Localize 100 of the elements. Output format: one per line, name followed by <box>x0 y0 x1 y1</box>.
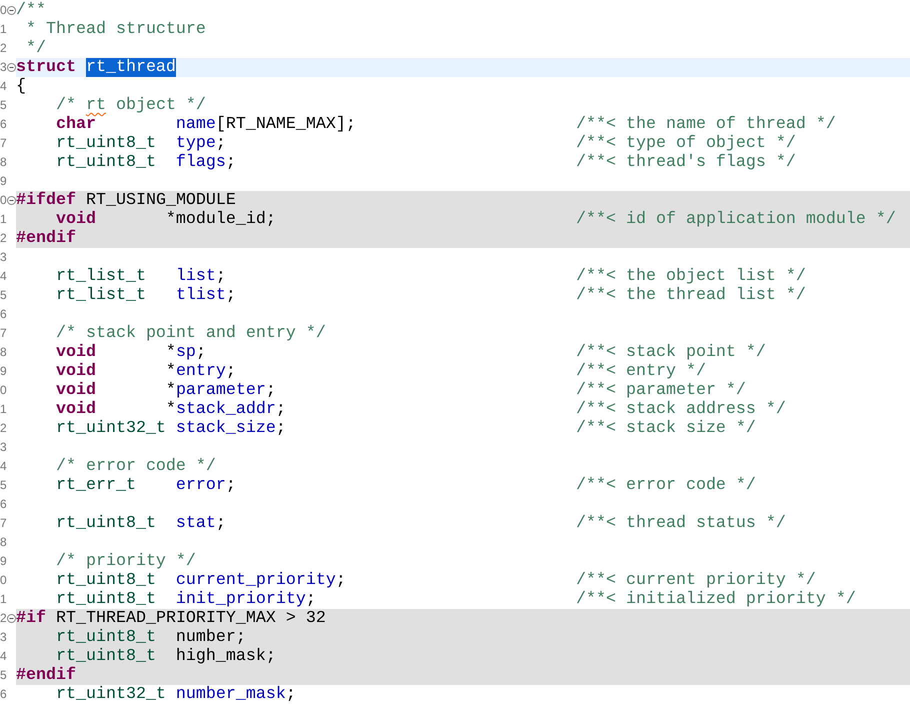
line-number: 4 <box>0 268 7 285</box>
comment-text: /* error code */ <box>54 457 216 476</box>
line-number: 0 <box>0 192 7 209</box>
field-name: tlist <box>174 286 226 305</box>
line-number: 2 <box>0 420 7 437</box>
collapse-icon[interactable] <box>7 6 16 15</box>
code-text: number; <box>174 628 246 647</box>
comment-text: /**< parameter */ <box>576 381 746 400</box>
type-name: rt_uint32_t <box>54 419 166 438</box>
field-name: number_mask <box>174 685 286 704</box>
line-number: 7 <box>0 325 7 342</box>
code-text: ; <box>276 400 286 419</box>
comment-text: object */ <box>114 96 206 115</box>
preprocessor-directive: #if <box>16 609 46 628</box>
line-number: 1 <box>0 591 7 608</box>
code-text: ; <box>226 286 236 305</box>
code-text: RT_THREAD_PRIORITY_MAX > 32 <box>54 609 326 628</box>
comment-text: /* priority */ <box>54 552 196 571</box>
line-number: 5 <box>0 97 7 114</box>
code-text: ; <box>216 267 226 286</box>
type-name: rt_list_t <box>54 286 146 305</box>
comment-text: /** <box>16 1 46 20</box>
line-number: 5 <box>0 287 7 304</box>
line-number: 1 <box>0 401 7 418</box>
type-name: rt_uint8_t <box>54 153 156 172</box>
line-number: 7 <box>0 135 7 152</box>
comment-text: * Thread structure <box>24 20 206 39</box>
line-number: 3 <box>0 249 7 266</box>
code-text: ; <box>226 362 236 381</box>
line-number: 8 <box>0 154 7 171</box>
line-number: 7 <box>0 515 7 532</box>
line-number: 6 <box>0 306 7 323</box>
line-number: 2 <box>0 230 7 247</box>
collapse-icon[interactable] <box>7 196 16 205</box>
line-number: 1 <box>0 21 7 38</box>
code-text: *module_id; <box>164 210 276 229</box>
field-name: current_priority <box>174 571 336 590</box>
line-number: 2 <box>0 610 7 627</box>
keyword: void <box>54 400 96 419</box>
field-name: entry <box>176 362 226 381</box>
keyword: char <box>54 115 96 134</box>
field-name: list <box>174 267 216 286</box>
field-name: type <box>174 134 216 153</box>
line-number: 0 <box>0 572 7 589</box>
type-name: rt_uint32_t <box>54 685 166 704</box>
code-text: ; <box>306 590 316 609</box>
code-text: ; <box>226 476 236 495</box>
preprocessor-directive: #ifdef <box>16 191 76 210</box>
line-number: 9 <box>0 553 7 570</box>
code-text: ; <box>216 514 226 533</box>
line-number: 0 <box>0 382 7 399</box>
collapse-icon[interactable] <box>7 614 16 623</box>
code-text: * <box>164 400 176 419</box>
comment-text: /**< the name of thread */ <box>576 115 836 134</box>
code-text: { <box>16 77 26 96</box>
line-number: 4 <box>0 78 7 95</box>
keyword: struct <box>16 58 76 77</box>
line-number: 6 <box>0 496 7 513</box>
comment-text: /**< the object list */ <box>576 267 806 286</box>
comment-text: /* stack point and entry */ <box>54 324 326 343</box>
selected-text: rt_thread <box>86 58 176 77</box>
comment-text: /**< stack address */ <box>576 400 786 419</box>
type-name: rt_uint8_t <box>54 628 156 647</box>
line-number: 5 <box>0 667 7 684</box>
field-name: error <box>174 476 226 495</box>
line-number: 8 <box>0 534 7 551</box>
keyword: void <box>54 210 96 229</box>
line-number: 6 <box>0 116 7 133</box>
line-number: 9 <box>0 173 7 190</box>
code-text: ; <box>196 343 206 362</box>
type-name: rt_uint8_t <box>54 571 156 590</box>
line-number: 3 <box>0 59 7 76</box>
line-number: 4 <box>0 458 7 475</box>
line-number: 3 <box>0 439 7 456</box>
comment-text: /**< thread status */ <box>576 514 786 533</box>
comment-text: /**< id of application module */ <box>576 210 896 229</box>
keyword: void <box>54 362 96 381</box>
line-number: 5 <box>0 477 7 494</box>
comment-text: /**< current priority */ <box>576 571 816 590</box>
code-text: ; <box>276 419 286 438</box>
field-name: stack_addr <box>176 400 276 419</box>
field-name: sp <box>176 343 196 362</box>
code-text: ; <box>286 685 296 704</box>
field-name: name <box>174 115 216 134</box>
line-number: 6 <box>0 686 7 703</box>
line-number: 0 <box>0 2 7 19</box>
line-number: 2 <box>0 40 7 57</box>
preprocessor-directive: #endif <box>16 229 76 248</box>
field-name: parameter <box>176 381 266 400</box>
keyword: void <box>54 381 96 400</box>
type-name: rt_list_t <box>54 267 146 286</box>
comment-text: rt <box>86 96 106 115</box>
comment-text: /**< thread's flags */ <box>576 153 796 172</box>
comment-text: /**< stack point */ <box>576 343 766 362</box>
comment-text: /**< entry */ <box>576 362 706 381</box>
comment-text: /**< the thread list */ <box>576 286 806 305</box>
code-text: [RT_NAME_MAX]; <box>216 115 356 134</box>
type-name: rt_err_t <box>54 476 136 495</box>
preprocessor-directive: #endif <box>16 666 76 685</box>
collapse-icon[interactable] <box>7 63 16 72</box>
